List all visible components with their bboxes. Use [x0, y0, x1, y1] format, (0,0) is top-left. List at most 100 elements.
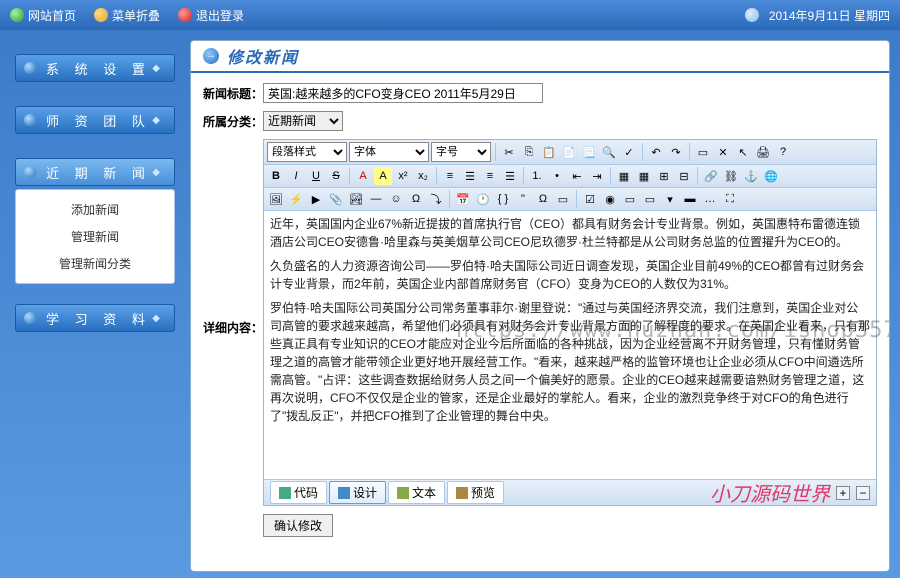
close-icon: [178, 8, 192, 22]
category-select[interactable]: 近期新闻: [263, 111, 343, 131]
cut-icon[interactable]: ✂: [500, 143, 518, 161]
table-edit-icon[interactable]: ▦: [635, 167, 653, 185]
tab-label: 代码: [294, 484, 318, 501]
ul-icon[interactable]: •: [548, 167, 566, 185]
table-icon[interactable]: ▦: [615, 167, 633, 185]
globe-icon: [745, 8, 759, 22]
pic-icon[interactable]: 🏞: [347, 190, 365, 208]
chevron-icon: ◆: [152, 313, 166, 324]
editor-toolbar-3: 🖼 ⚡ ▶ 📎 🏞 — ☺ Ω ⤵ 📅 🕐 { } ": [264, 188, 876, 211]
bold-icon[interactable]: B: [267, 167, 285, 185]
collapse-label: 菜单折叠: [112, 7, 160, 24]
merge-icon[interactable]: ⊞: [655, 167, 673, 185]
quote-icon[interactable]: ": [514, 190, 532, 208]
bg-color-icon[interactable]: A: [374, 167, 392, 185]
menu-label: 系 统 设 置: [46, 59, 151, 78]
clear-icon[interactable]: ✕: [714, 143, 732, 161]
strike-icon[interactable]: S: [327, 167, 345, 185]
sidebar-item-news[interactable]: 近 期 新 闻 ◆: [15, 158, 175, 186]
copy-icon[interactable]: ⎘: [520, 143, 538, 161]
anchor-icon[interactable]: ⚓: [742, 167, 760, 185]
ol-icon[interactable]: 1.: [528, 167, 546, 185]
size-select[interactable]: 字号: [431, 142, 491, 162]
bullet-icon: [24, 166, 36, 178]
text-tab-icon: [397, 487, 409, 499]
submit-button[interactable]: 确认修改: [263, 514, 333, 537]
paste-icon[interactable]: 📋: [540, 143, 558, 161]
radio-icon[interactable]: ◉: [601, 190, 619, 208]
date-icon[interactable]: 📅: [454, 190, 472, 208]
sup-icon[interactable]: x²: [394, 167, 412, 185]
submenu-add-news[interactable]: 添加新闻: [16, 196, 174, 223]
submenu-manage-news[interactable]: 管理新闻: [16, 223, 174, 250]
input-icon[interactable]: ▭: [621, 190, 639, 208]
logout-link[interactable]: 退出登录: [178, 7, 244, 24]
split-icon[interactable]: ⊟: [675, 167, 693, 185]
link-icon[interactable]: 🔗: [702, 167, 720, 185]
file-icon[interactable]: 📎: [327, 190, 345, 208]
content-label: 详细内容：: [203, 139, 263, 336]
paste-word-icon[interactable]: 📃: [580, 143, 598, 161]
fullscreen-icon[interactable]: ⛶: [721, 190, 739, 208]
redo-icon[interactable]: ↷: [667, 143, 685, 161]
pagebreak-icon[interactable]: ⤵: [427, 190, 445, 208]
undo-icon[interactable]: ↶: [647, 143, 665, 161]
checkbox-icon[interactable]: ☑: [581, 190, 599, 208]
textarea-icon[interactable]: ▭: [641, 190, 659, 208]
title-label: 新闻标题：: [203, 83, 263, 102]
indent-icon[interactable]: ⇥: [588, 167, 606, 185]
home-link[interactable]: 网站首页: [10, 7, 76, 24]
flash-icon[interactable]: ⚡: [287, 190, 305, 208]
media-icon[interactable]: ▶: [307, 190, 325, 208]
print-icon[interactable]: 🖨: [754, 143, 772, 161]
font-select[interactable]: 字体: [349, 142, 429, 162]
sidebar: 系 统 设 置 ◆ 师 资 团 队 ◆ 近 期 新 闻 ◆ 添加新闻 管理新闻 …: [0, 34, 190, 578]
tab-design[interactable]: 设计: [329, 481, 386, 504]
tab-text[interactable]: 文本: [388, 481, 445, 504]
world-icon[interactable]: 🌐: [762, 167, 780, 185]
para-3: 罗伯特·哈夫国际公司英国分公司常务董事菲尔·谢里登说："通过与英国经济界交流，我…: [270, 299, 870, 425]
collapse-link[interactable]: 菜单折叠: [94, 7, 160, 24]
editor-toolbar-2: B I U S A A x² x₂ ≡ ☰ ≡ ☰: [264, 165, 876, 188]
expand-icon[interactable]: +: [836, 486, 850, 500]
align-left-icon[interactable]: ≡: [441, 167, 459, 185]
form-icon[interactable]: ▭: [554, 190, 572, 208]
unlink-icon[interactable]: ⛓: [722, 167, 740, 185]
sidebar-item-teachers[interactable]: 师 资 团 队 ◆: [15, 106, 175, 134]
tab-code[interactable]: 代码: [270, 481, 327, 504]
button-icon[interactable]: ▬: [681, 190, 699, 208]
select-icon[interactable]: ▾: [661, 190, 679, 208]
code-icon[interactable]: { }: [494, 190, 512, 208]
title-input[interactable]: [263, 83, 543, 103]
find-icon[interactable]: 🔍: [600, 143, 618, 161]
emoji-icon[interactable]: ☺: [387, 190, 405, 208]
align-right-icon[interactable]: ≡: [481, 167, 499, 185]
sub-icon[interactable]: x₂: [414, 167, 432, 185]
tab-preview[interactable]: 预览: [447, 481, 504, 504]
outdent-icon[interactable]: ⇤: [568, 167, 586, 185]
sidebar-item-materials[interactable]: 学 习 资 料 ◆: [15, 304, 175, 332]
pointer-icon[interactable]: ↖: [734, 143, 752, 161]
italic-icon[interactable]: I: [287, 167, 305, 185]
font-color-icon[interactable]: A: [354, 167, 372, 185]
select-all-icon[interactable]: ▭: [694, 143, 712, 161]
editor-content[interactable]: 近年，英国国内企业67%新近提拔的首席执行官（CEO）都具有财务会计专业背景。例…: [264, 211, 876, 479]
paste-text-icon[interactable]: 📄: [560, 143, 578, 161]
hidden-icon[interactable]: …: [701, 190, 719, 208]
bullet-icon: [24, 62, 36, 74]
align-justify-icon[interactable]: ☰: [501, 167, 519, 185]
paragraph-select[interactable]: 段落样式: [267, 142, 347, 162]
spell-icon[interactable]: ✓: [620, 143, 638, 161]
help-icon[interactable]: ?: [774, 143, 792, 161]
code-tab-icon: [279, 487, 291, 499]
sidebar-item-system[interactable]: 系 统 设 置 ◆: [15, 54, 175, 82]
submenu-manage-category[interactable]: 管理新闻分类: [16, 250, 174, 277]
image-icon[interactable]: 🖼: [267, 190, 285, 208]
hr-icon[interactable]: —: [367, 190, 385, 208]
specialchar-icon[interactable]: Ω: [407, 190, 425, 208]
collapse-icon[interactable]: −: [856, 486, 870, 500]
omega-icon[interactable]: Ω: [534, 190, 552, 208]
align-center-icon[interactable]: ☰: [461, 167, 479, 185]
underline-icon[interactable]: U: [307, 167, 325, 185]
time-icon[interactable]: 🕐: [474, 190, 492, 208]
